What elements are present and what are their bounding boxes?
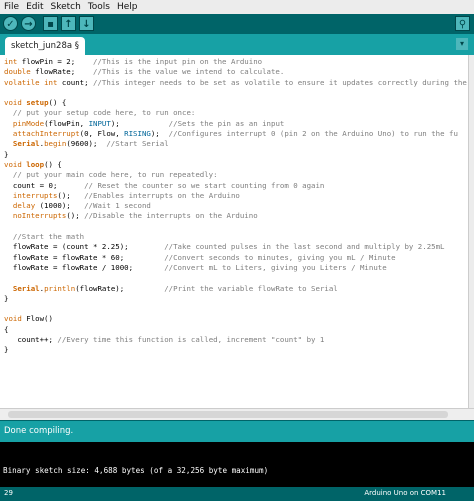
code-text[interactable]: int flowPin = 2; //This is the input pin… (0, 55, 468, 356)
console-text: Binary sketch size: 4,688 bytes (of a 32… (3, 466, 269, 475)
line-number: 29 (4, 489, 13, 497)
board-port-label: Arduino Uno on COM11 (364, 489, 446, 497)
new-button[interactable]: ▪ (43, 16, 58, 31)
status-message: Done compiling. (4, 426, 74, 436)
toolbar: ✓ → ▪ ↑ ↓ ⚲ (0, 14, 474, 34)
open-button[interactable]: ↑ (61, 16, 76, 31)
status-bar: Done compiling. (0, 420, 474, 442)
tab-sketch[interactable]: sketch_jun28a § (5, 37, 86, 55)
menu-bar: File Edit Sketch Tools Help (0, 0, 474, 15)
horizontal-scrollbar[interactable] (0, 408, 474, 420)
verify-button[interactable]: ✓ (3, 16, 18, 31)
menu-edit[interactable]: Edit (22, 0, 46, 13)
vertical-scrollbar[interactable] (468, 55, 474, 408)
menu-sketch[interactable]: Sketch (47, 0, 84, 13)
save-button[interactable]: ↓ (79, 16, 94, 31)
menu-help[interactable]: Help (113, 0, 141, 13)
serial-monitor-button[interactable]: ⚲ (455, 16, 470, 31)
menu-file[interactable]: File (0, 0, 22, 13)
tab-bar: sketch_jun28a § ▾ (0, 34, 474, 55)
menu-tools[interactable]: Tools (84, 0, 113, 13)
footer-bar: 29 Arduino Uno on COM11 (0, 487, 474, 501)
horizontal-scrollbar-thumb[interactable] (8, 411, 448, 418)
upload-button[interactable]: → (21, 16, 36, 31)
tab-menu-icon[interactable]: ▾ (456, 38, 468, 50)
code-editor[interactable]: int flowPin = 2; //This is the input pin… (0, 55, 468, 408)
console-output[interactable]: Binary sketch size: 4,688 bytes (of a 32… (0, 442, 474, 487)
